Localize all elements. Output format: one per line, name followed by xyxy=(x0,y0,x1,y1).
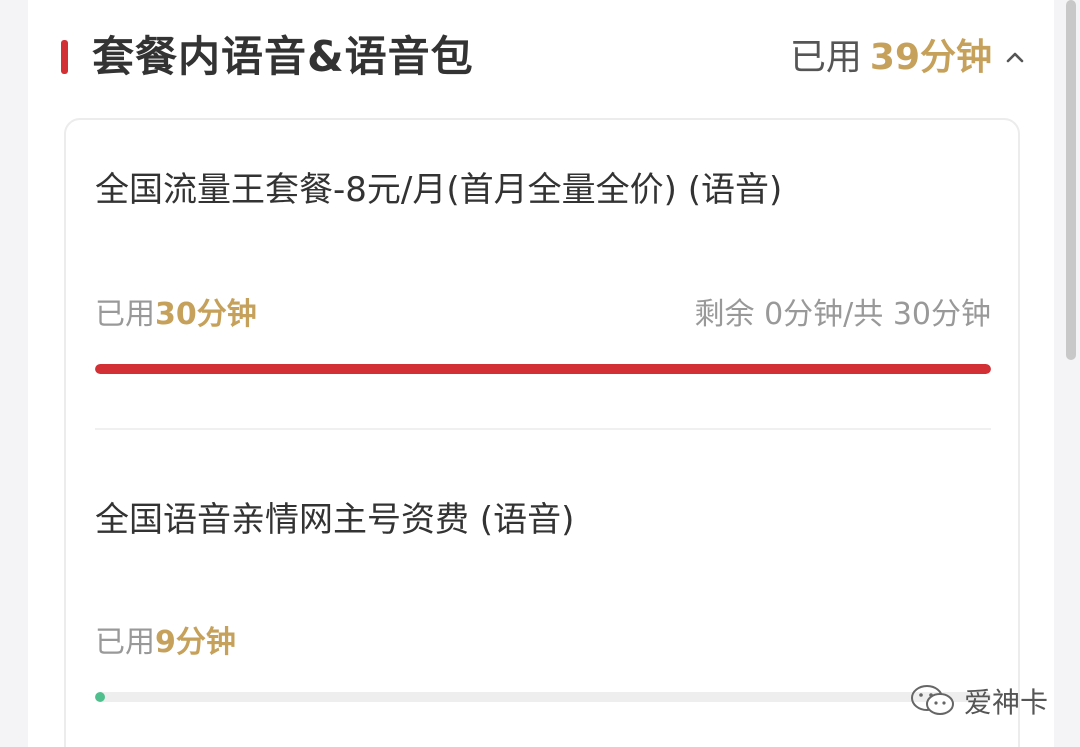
plan-used: 已用30分钟 xyxy=(95,294,257,336)
total-used-amount: 39分钟 xyxy=(869,37,992,78)
section-title: 套餐内语音&语音包 xyxy=(92,32,474,81)
plan-name: 全国语音亲情网主号资费 (语音) xyxy=(95,500,575,540)
total-usage-summary: 已用 39分钟 xyxy=(790,32,992,84)
plan-name: 全国流量王套餐-8元/月(首月全量全价) (语音) xyxy=(95,170,783,210)
plan-used-label: 已用 xyxy=(95,297,155,332)
plan-used: 已用9分钟 xyxy=(95,622,236,664)
page: 套餐内语音&语音包 已用 39分钟 全国流量王套餐-8元/月(首月全量全价) (语… xyxy=(0,0,1080,747)
scrollbar[interactable] xyxy=(1066,0,1076,360)
wechat-icon xyxy=(910,685,954,715)
plan-item: 全国流量王套餐-8元/月(首月全量全价) (语音) 已用30分钟 剩余 0分钟/… xyxy=(95,166,991,406)
plan-divider xyxy=(95,428,991,430)
plan-remaining: 剩余 0分钟/共 30分钟 xyxy=(694,297,991,332)
watermark: 爱神卡 xyxy=(910,680,1048,722)
section-header[interactable]: 套餐内语音&语音包 已用 39分钟 xyxy=(28,18,1054,98)
chevron-up-icon[interactable] xyxy=(1000,42,1030,72)
plan-item: 全国语音亲情网主号资费 (语音) 已用9分钟 xyxy=(95,496,991,736)
total-used-label: 已用 xyxy=(789,37,862,78)
plan-progress-track xyxy=(95,364,991,374)
plan-used-label: 已用 xyxy=(95,625,155,660)
watermark-text: 爱神卡 xyxy=(963,686,1048,719)
plans-card: 全国流量王套餐-8元/月(首月全量全价) (语音) 已用30分钟 剩余 0分钟/… xyxy=(64,118,1020,747)
plan-progress-fill xyxy=(95,692,105,702)
plan-used-value: 30分钟 xyxy=(155,297,257,332)
section-accent-bar xyxy=(61,40,68,74)
plan-progress-fill xyxy=(95,364,991,374)
plan-progress-track xyxy=(95,692,991,702)
voice-usage-panel: 套餐内语音&语音包 已用 39分钟 全国流量王套餐-8元/月(首月全量全价) (语… xyxy=(28,0,1054,747)
plan-used-value: 9分钟 xyxy=(155,625,236,660)
